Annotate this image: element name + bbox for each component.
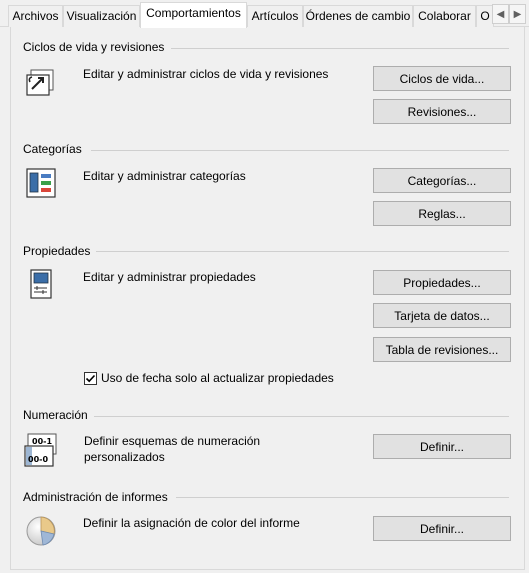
datacard-button[interactable]: Tarjeta de datos... — [373, 303, 511, 328]
tab-label: Órdenes de cambio — [305, 9, 411, 23]
numbering-description: Definir esquemas de numeración personali… — [84, 433, 260, 465]
properties-icon — [30, 269, 52, 299]
tab-comportamientos[interactable]: Comportamientos — [140, 2, 247, 28]
tab-strip: Archivos Visualización Comportamientos A… — [0, 0, 529, 28]
group-divider — [96, 251, 509, 252]
numbering-icon-bottom-text: 00-0 — [28, 455, 48, 464]
revision-table-button[interactable]: Tabla de revisiones... — [373, 337, 511, 362]
group-title: Propiedades — [23, 244, 91, 258]
date-update-checkbox[interactable] — [84, 371, 97, 385]
group-header-categories: Categorías — [23, 141, 82, 157]
lifecycles-button[interactable]: Ciclos de vida... — [373, 66, 511, 91]
behaviors-panel: Ciclos de vida y revisiones Editar y adm… — [10, 27, 525, 570]
define-numbering-button[interactable]: Definir... — [373, 434, 511, 459]
properties-button[interactable]: Propiedades... — [373, 270, 511, 295]
group-title: Administración de informes — [23, 490, 168, 504]
button-label: Reglas... — [418, 206, 466, 221]
lifecycle-description: Editar y administrar ciclos de vida y re… — [83, 67, 329, 81]
revisions-button[interactable]: Revisiones... — [373, 99, 511, 124]
button-label: Tabla de revisiones... — [385, 342, 499, 357]
tab-scroll-controls: ◀ ▶ — [492, 4, 526, 24]
define-report-colors-button[interactable]: Definir... — [373, 516, 511, 541]
group-title: Ciclos de vida y revisiones — [23, 40, 165, 54]
tab-archivos[interactable]: Archivos — [8, 5, 63, 27]
button-label: Definir... — [419, 439, 464, 454]
group-header-properties: Propiedades — [23, 243, 90, 259]
tab-label: O — [480, 9, 490, 23]
checkbox-label: Uso de fecha solo al actualizar propieda… — [101, 371, 334, 385]
tab-colaborar[interactable]: Colaborar — [413, 5, 476, 27]
group-title: Numeración — [23, 408, 88, 422]
group-header-reports: Administración de informes — [23, 489, 168, 505]
button-label: Ciclos de vida... — [399, 71, 485, 86]
lifecycle-icon — [25, 67, 57, 97]
tab-label: Comportamientos — [146, 6, 241, 20]
group-title: Categorías — [23, 142, 82, 156]
group-header-numbering: Numeración — [23, 407, 88, 423]
categories-description: Editar y administrar categorías — [83, 169, 246, 183]
categories-icon — [26, 168, 56, 198]
numbering-icon-top-text: 00-1 — [32, 437, 52, 446]
properties-description: Editar y administrar propiedades — [83, 270, 256, 284]
report-chart-icon — [25, 515, 57, 547]
button-label: Revisiones... — [407, 104, 477, 119]
button-label: Definir... — [419, 521, 464, 536]
group-divider — [94, 416, 509, 417]
group-divider — [91, 150, 509, 151]
categories-button[interactable]: Categorías... — [373, 168, 511, 193]
numbering-icon: 00-1 00-0 — [24, 433, 58, 467]
tab-label: Colaborar — [418, 9, 471, 23]
tab-label: Visualización — [66, 9, 137, 23]
rules-button[interactable]: Reglas... — [373, 201, 511, 226]
check-icon — [85, 374, 96, 382]
reports-description: Definir la asignación de color del infor… — [83, 516, 300, 530]
button-label: Tarjeta de datos... — [394, 308, 490, 323]
date-update-option: Uso de fecha solo al actualizar propieda… — [84, 371, 334, 385]
group-header-lifecycle: Ciclos de vida y revisiones — [23, 39, 164, 55]
group-divider — [171, 48, 509, 49]
numbering-description-line1: Definir esquemas de numeración — [84, 434, 261, 448]
button-label: Categorías... — [407, 173, 477, 188]
scroll-left-icon[interactable]: ◀ — [492, 4, 509, 24]
tab-visualizacion[interactable]: Visualización — [63, 5, 140, 27]
tab-articulos[interactable]: Artículos — [247, 5, 303, 27]
numbering-description-line2: personalizados — [84, 450, 165, 464]
tab-ordenes-de-cambio[interactable]: Órdenes de cambio — [303, 5, 413, 27]
button-label: Propiedades... — [403, 275, 481, 290]
tab-label: Artículos — [251, 9, 299, 23]
scroll-right-icon[interactable]: ▶ — [509, 4, 526, 24]
group-divider — [176, 497, 509, 498]
tab-label: Archivos — [12, 9, 59, 23]
